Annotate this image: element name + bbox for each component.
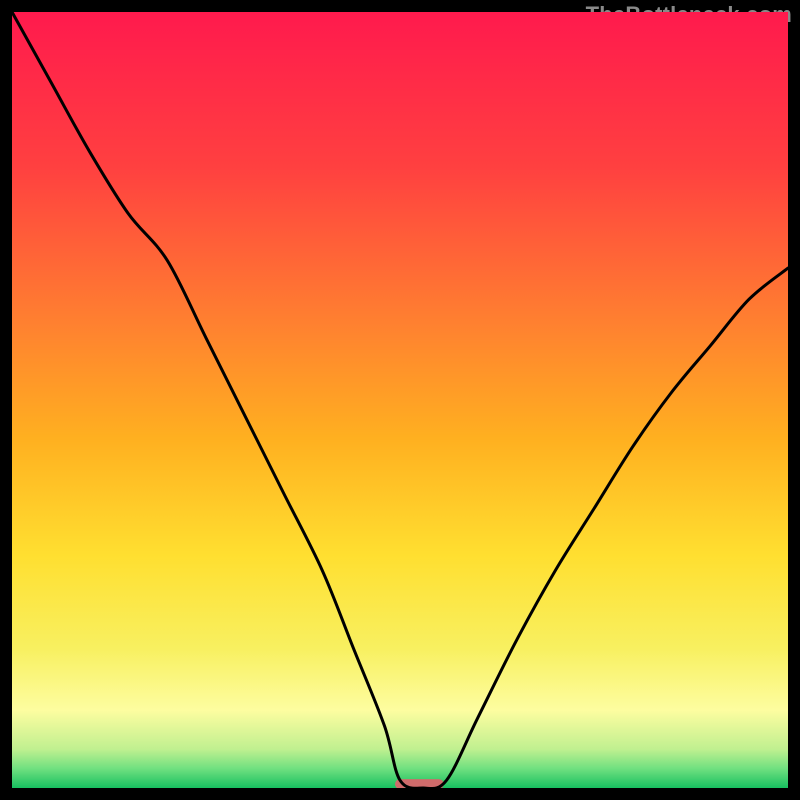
chart-frame: TheBottleneck.com — [0, 0, 800, 800]
bottleneck-chart — [12, 12, 788, 788]
chart-background — [12, 12, 788, 788]
